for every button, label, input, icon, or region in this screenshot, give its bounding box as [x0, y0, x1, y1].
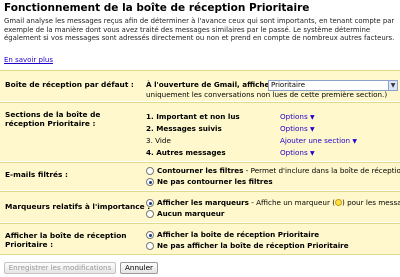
section-options-link[interactable]: Options ▼: [280, 124, 315, 134]
caret-down-icon: ▼: [310, 150, 315, 157]
section-item: 1. Important et non lus: [146, 112, 240, 121]
importance-marker-icon: [335, 199, 342, 206]
no-markers-radio[interactable]: [146, 210, 154, 218]
section-item: 2. Messages suivis: [146, 124, 222, 133]
section-item: 4. Autres messages: [146, 148, 226, 157]
show-priority-inbox-option: Afficher la boîte de réception Prioritai…: [157, 230, 320, 239]
intro-text: Gmail analyse les messages reçus afin de…: [4, 17, 395, 42]
no-markers-option: Aucun marqueur: [157, 209, 225, 218]
hide-priority-inbox-option: Ne pas afficher la boîte de réception Pr…: [157, 241, 349, 250]
cancel-button[interactable]: Annuler: [120, 262, 158, 274]
show-markers-radio[interactable]: [146, 199, 154, 207]
caret-down-icon: ▼: [310, 126, 315, 133]
no-bypass-filters-radio[interactable]: [146, 178, 154, 186]
default-inbox-label: Boîte de réception par défaut :: [5, 80, 134, 89]
section-options-link[interactable]: Options ▼: [280, 112, 315, 122]
priority-inbox-settings: Fonctionnement de la boîte de réception …: [0, 0, 400, 277]
caret-down-icon: ▼: [352, 138, 357, 145]
default-inbox-note: uniquement les conversations non lues de…: [146, 90, 388, 99]
page-title: Fonctionnement de la boîte de réception …: [4, 2, 310, 14]
show-markers-option: Afficher les marqueurs - Affiche un marq…: [157, 198, 400, 207]
section-options-link[interactable]: Options ▼: [280, 148, 315, 158]
chevron-down-icon: ▼: [388, 81, 397, 90]
show-priority-inbox-radio[interactable]: [146, 231, 154, 239]
sections-label: Sections de la boîte de réception Priori…: [5, 110, 101, 128]
markers-label: Marqueurs relatifs à l'importance :: [5, 202, 151, 211]
filters-label: E-mails filtrés :: [5, 170, 68, 179]
divider: [0, 254, 400, 255]
section-item: 3. Vide: [146, 136, 171, 145]
caret-down-icon: ▼: [310, 114, 315, 121]
hide-priority-inbox-radio[interactable]: [146, 242, 154, 250]
bypass-filters-radio[interactable]: [146, 167, 154, 175]
display-label: Afficher la boîte de réception Prioritai…: [5, 231, 127, 249]
bypass-filters-option: Contourner les filtres - Permet d'inclur…: [157, 166, 400, 175]
default-inbox-prefix: À l'ouverture de Gmail, afficher :: [146, 80, 279, 89]
save-button[interactable]: Enregistrer les modifications: [4, 262, 116, 274]
learn-more-link[interactable]: En savoir plus: [4, 56, 53, 64]
no-bypass-filters-option: Ne pas contourner les filtres: [157, 177, 273, 186]
add-section-link[interactable]: Ajouter une section ▼: [280, 136, 357, 146]
